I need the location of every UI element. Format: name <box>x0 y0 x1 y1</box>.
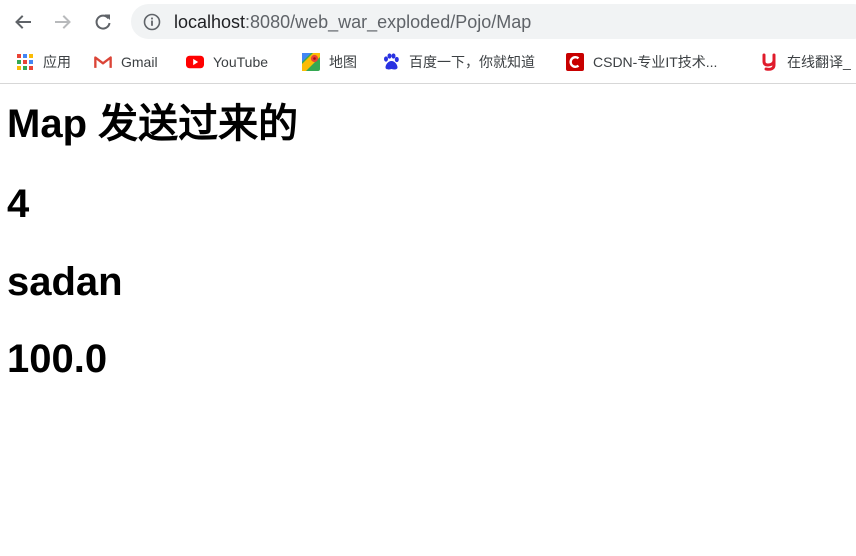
bookmark-label: 地图 <box>329 54 357 70</box>
baidu-paw-icon <box>382 53 400 71</box>
arrow-left-icon <box>15 15 31 29</box>
reload-icon <box>95 14 111 30</box>
bookmark-gmail[interactable]: Gmail <box>94 52 158 72</box>
bookmarks-bar: 应用 Gmail YouTube 地图 百度一下，你就知道 CSDN-专业IT技… <box>0 44 856 84</box>
apps-grid-icon <box>16 53 34 71</box>
info-icon[interactable] <box>143 13 161 31</box>
address-bar[interactable]: localhost:8080/web_war_exploded/Pojo/Map <box>131 4 856 39</box>
page-title: Map 发送过来的 <box>7 102 299 146</box>
bookmark-youdao[interactable]: 在线翻译_ <box>760 52 851 72</box>
bookmark-label: 在线翻译_ <box>787 54 851 70</box>
value-text: 100.0 <box>7 337 108 381</box>
bookmark-baidu[interactable]: 百度一下，你就知道 <box>382 52 535 72</box>
value-text: 4 <box>7 182 30 226</box>
bookmark-label: 百度一下，你就知道 <box>409 54 535 70</box>
forward-button[interactable] <box>47 6 79 38</box>
gmail-icon <box>94 53 112 71</box>
bookmark-label: 应用 <box>43 54 71 70</box>
bookmark-apps[interactable]: 应用 <box>16 52 71 72</box>
maps-icon <box>302 53 320 71</box>
value-text: sadan <box>7 260 123 304</box>
bookmark-maps[interactable]: 地图 <box>302 52 357 72</box>
url-text[interactable]: localhost:8080/web_war_exploded/Pojo/Map <box>174 11 531 33</box>
youdao-icon <box>760 53 778 71</box>
url-host: localhost <box>174 12 246 32</box>
csdn-icon <box>566 53 584 71</box>
url-path: :8080/web_war_exploded/Pojo/Map <box>245 12 532 32</box>
bookmark-label: CSDN-专业IT技术... <box>593 54 718 70</box>
back-button[interactable] <box>7 6 39 38</box>
bookmark-label: Gmail <box>121 54 158 70</box>
browser-toolbar: localhost:8080/web_war_exploded/Pojo/Map <box>0 0 856 44</box>
reload-button[interactable] <box>87 6 119 38</box>
arrow-right-icon <box>55 15 71 29</box>
youtube-icon <box>186 53 204 71</box>
bookmark-label: YouTube <box>213 54 269 70</box>
bookmark-youtube[interactable]: YouTube <box>186 52 268 72</box>
bookmark-csdn[interactable]: CSDN-专业IT技术... <box>566 52 717 72</box>
